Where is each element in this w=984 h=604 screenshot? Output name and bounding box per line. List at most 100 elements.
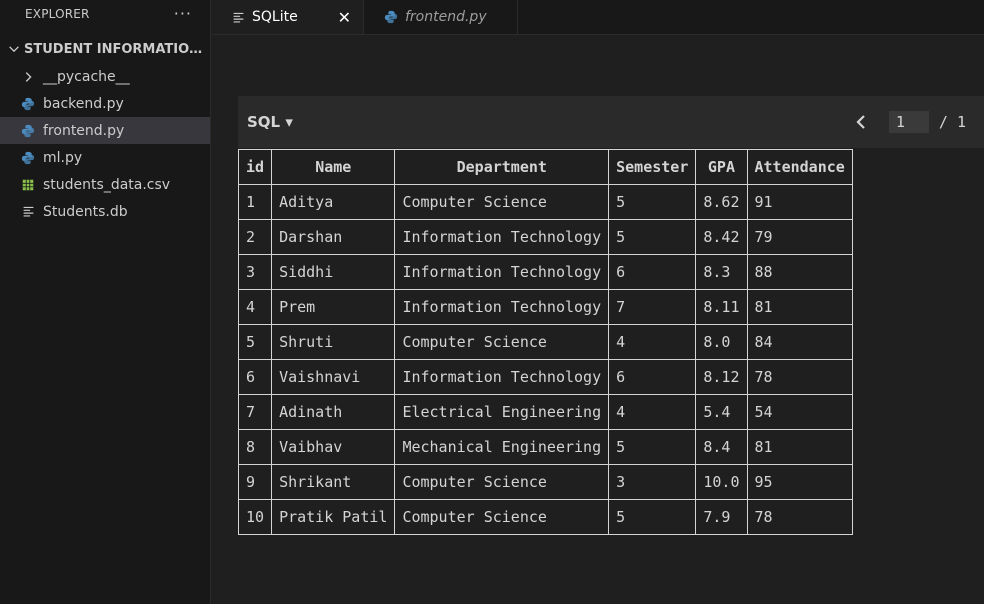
table-cell[interactable]: 88 — [746, 254, 853, 290]
table-cell[interactable]: Aditya — [271, 184, 396, 220]
tree-item-label: students_data.csv — [43, 176, 171, 193]
table-cell[interactable]: Pratik Patil — [271, 499, 396, 535]
table-cell[interactable]: Computer Science — [394, 184, 610, 220]
table-cell[interactable]: 78 — [746, 499, 853, 535]
table-cell[interactable]: 3 — [237, 254, 273, 290]
explorer-sidebar: EXPLORER ··· STUDENT INFORMATION ... __p… — [0, 0, 211, 604]
file-tree: __pycache__ backend.py frontend.py ml.py stu… — [0, 63, 210, 225]
table-cell[interactable]: 7.9 — [695, 499, 748, 535]
table-cell[interactable]: 6 — [237, 359, 273, 395]
table-cell[interactable]: 7 — [237, 394, 273, 430]
table-cell[interactable]: Information Technology — [394, 289, 610, 325]
table-cell[interactable]: Computer Science — [394, 464, 610, 500]
table-cell[interactable]: 4 — [237, 289, 273, 325]
column-header[interactable]: Attendance — [746, 149, 853, 185]
table-cell[interactable]: 2 — [237, 219, 273, 255]
folder-label: STUDENT INFORMATION ... — [24, 41, 204, 57]
table-cell[interactable]: 6 — [608, 359, 697, 395]
python-icon — [20, 96, 36, 112]
table-cell[interactable]: Electrical Engineering — [394, 394, 610, 430]
sql-dropdown-button[interactable]: SQL ▾ — [247, 113, 293, 131]
tab-label: SQLite — [252, 9, 298, 25]
column-header[interactable]: GPA — [695, 149, 748, 185]
tree-item[interactable]: Students.db — [0, 198, 210, 225]
folder-student-information[interactable]: STUDENT INFORMATION ... — [0, 35, 210, 63]
tree-item[interactable]: __pycache__ — [0, 63, 210, 90]
table-cell[interactable]: 54 — [746, 394, 853, 430]
table-cell[interactable]: Information Technology — [394, 254, 610, 290]
table-cell[interactable]: Vaishnavi — [271, 359, 396, 395]
table-cell[interactable]: Prem — [271, 289, 396, 325]
table-cell[interactable]: 9 — [237, 464, 273, 500]
tree-item[interactable]: ml.py — [0, 144, 210, 171]
table-cell[interactable]: Adinath — [271, 394, 396, 430]
csv-icon — [20, 177, 36, 193]
table-cell[interactable]: 8 — [237, 429, 273, 465]
table-cell[interactable]: 10 — [237, 499, 273, 535]
close-icon[interactable]: ✕ — [338, 8, 351, 27]
python-icon — [20, 150, 36, 166]
table-cell[interactable]: 5.4 — [695, 394, 748, 430]
more-actions-icon[interactable]: ··· — [174, 4, 192, 23]
table-cell[interactable]: 5 — [608, 184, 697, 220]
table-cell[interactable]: 8.42 — [695, 219, 748, 255]
column-header[interactable]: id — [237, 149, 273, 185]
chevron-right-icon — [20, 69, 36, 85]
table-cell[interactable]: 8.3 — [695, 254, 748, 290]
python-icon — [20, 123, 36, 139]
tree-item-label: Students.db — [43, 203, 128, 220]
table-cell[interactable]: 95 — [746, 464, 853, 500]
tab-frontend-py[interactable]: frontend.py — [364, 0, 518, 34]
table-cell[interactable]: 8.12 — [695, 359, 748, 395]
column-header[interactable]: Name — [271, 149, 396, 185]
table-cell[interactable]: 5 — [608, 499, 697, 535]
tab-sqlite[interactable]: SQLite ✕ — [212, 0, 364, 34]
python-icon — [384, 10, 398, 24]
table-cell[interactable]: 78 — [746, 359, 853, 395]
table-cell[interactable]: 4 — [608, 324, 697, 360]
table-cell[interactable]: 84 — [746, 324, 853, 360]
tree-item[interactable]: backend.py — [0, 90, 210, 117]
table-cell[interactable]: Siddhi — [271, 254, 396, 290]
table-cell[interactable]: 8.62 — [695, 184, 748, 220]
table-cell[interactable]: 81 — [746, 429, 853, 465]
table-cell[interactable]: Shruti — [271, 324, 396, 360]
table-cell[interactable]: 10.0 — [695, 464, 748, 500]
table-row: 7 Adinath Electrical Engineering 4 5.4 54 — [237, 394, 853, 430]
table-cell[interactable]: Darshan — [271, 219, 396, 255]
table-cell[interactable]: Mechanical Engineering — [394, 429, 610, 465]
tab-bar: SQLite ✕ frontend.py — [212, 0, 984, 35]
table-cell[interactable]: Shrikant — [271, 464, 396, 500]
tree-item[interactable]: students_data.csv — [0, 171, 210, 198]
column-header[interactable]: Semester — [608, 149, 697, 185]
chevron-left-icon[interactable] — [855, 114, 867, 130]
table-cell[interactable]: Computer Science — [394, 324, 610, 360]
table-cell[interactable]: 8.4 — [695, 429, 748, 465]
table-cell[interactable]: 79 — [746, 219, 853, 255]
table-cell[interactable]: 5 — [237, 324, 273, 360]
table-cell[interactable]: Computer Science — [394, 499, 610, 535]
table-cell[interactable]: 8.11 — [695, 289, 748, 325]
table-cell[interactable]: 91 — [746, 184, 853, 220]
lines-icon — [232, 11, 245, 24]
table-cell[interactable]: 4 — [608, 394, 697, 430]
column-header[interactable]: Department — [394, 149, 610, 185]
table-cell[interactable]: 8.0 — [695, 324, 748, 360]
table-cell[interactable]: Vaibhav — [271, 429, 396, 465]
page-number-input[interactable] — [888, 111, 929, 133]
table-cell[interactable]: 1 — [237, 184, 273, 220]
table-cell[interactable]: Information Technology — [394, 359, 610, 395]
tree-item-label: ml.py — [43, 149, 83, 166]
results-table-wrap: id Name Department Semester GPA Attendance 1A… — [237, 149, 853, 535]
table-cell[interactable]: 5 — [608, 219, 697, 255]
table-cell[interactable]: 81 — [746, 289, 853, 325]
tree-item[interactable]: frontend.py — [0, 117, 210, 144]
table-cell[interactable]: 6 — [608, 254, 697, 290]
table-cell[interactable]: 7 — [608, 289, 697, 325]
table-cell[interactable]: 3 — [608, 464, 697, 500]
chevron-down-icon — [4, 42, 24, 56]
table-cell[interactable]: 5 — [608, 429, 697, 465]
table-header-row: id Name Department Semester GPA Attendance — [237, 149, 853, 185]
table-row: 5 Shruti Computer Science 4 8.0 84 — [237, 324, 853, 360]
table-cell[interactable]: Information Technology — [394, 219, 610, 255]
